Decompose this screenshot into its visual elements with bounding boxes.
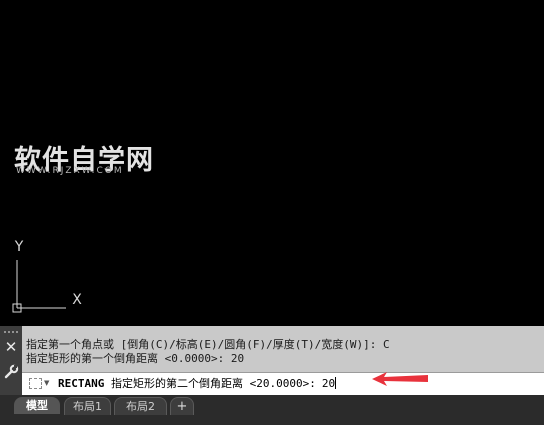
wrench-icon[interactable] — [3, 364, 19, 380]
tab-layout2[interactable]: 布局2 — [114, 397, 167, 415]
command-name: RECTANG — [58, 377, 105, 390]
command-line-panel: ✕ 指定第一个角点或 [倒角(C)/标高(E)/圆角(F)/厚度(T)/宽度(W… — [0, 326, 544, 395]
command-input-value[interactable]: 20 — [322, 377, 335, 390]
command-input-row[interactable]: ▼ RECTANG 指定矩形的第二个倒角距离 <20.0000>: 20 — [22, 372, 544, 395]
prompt-text: 指定矩形的第二个倒角距离 <20.0000>: — [110, 377, 316, 390]
history-line: 指定矩形的第一个倒角距离 <0.0000>: 20 — [26, 352, 245, 365]
history-line: 指定第一个角点或 [倒角(C)/标高(E)/圆角(F)/厚度(T)/宽度(W)]… — [26, 338, 390, 351]
add-layout-button[interactable]: + — [170, 397, 194, 415]
command-line-grip[interactable]: ✕ — [0, 326, 22, 395]
ucs-icon: Y X — [12, 239, 82, 313]
chevron-down-icon[interactable]: ▼ — [44, 379, 49, 387]
drawing-canvas[interactable]: 软件自学网 WWW.RJZXW.COM Y X — [0, 0, 544, 326]
command-prompt[interactable]: RECTANG 指定矩形的第二个倒角距离 <20.0000>: 20 — [58, 376, 337, 391]
ucs-x-label: X — [72, 292, 82, 308]
grip-dots[interactable] — [3, 330, 19, 334]
watermark-url: WWW.RJZXW.COM — [16, 166, 124, 176]
tab-layout1[interactable]: 布局1 — [64, 397, 111, 415]
tab-model[interactable]: 模型 — [14, 397, 60, 414]
close-icon[interactable]: ✕ — [3, 339, 19, 355]
red-arrow-icon — [372, 372, 428, 386]
recent-commands-icon[interactable] — [29, 378, 42, 389]
layout-tabs: 模型 布局1 布局2 + — [0, 395, 544, 425]
command-history: 指定第一个角点或 [倒角(C)/标高(E)/圆角(F)/厚度(T)/宽度(W)]… — [26, 338, 540, 366]
ucs-y-label: Y — [14, 239, 24, 255]
text-caret — [335, 377, 337, 389]
